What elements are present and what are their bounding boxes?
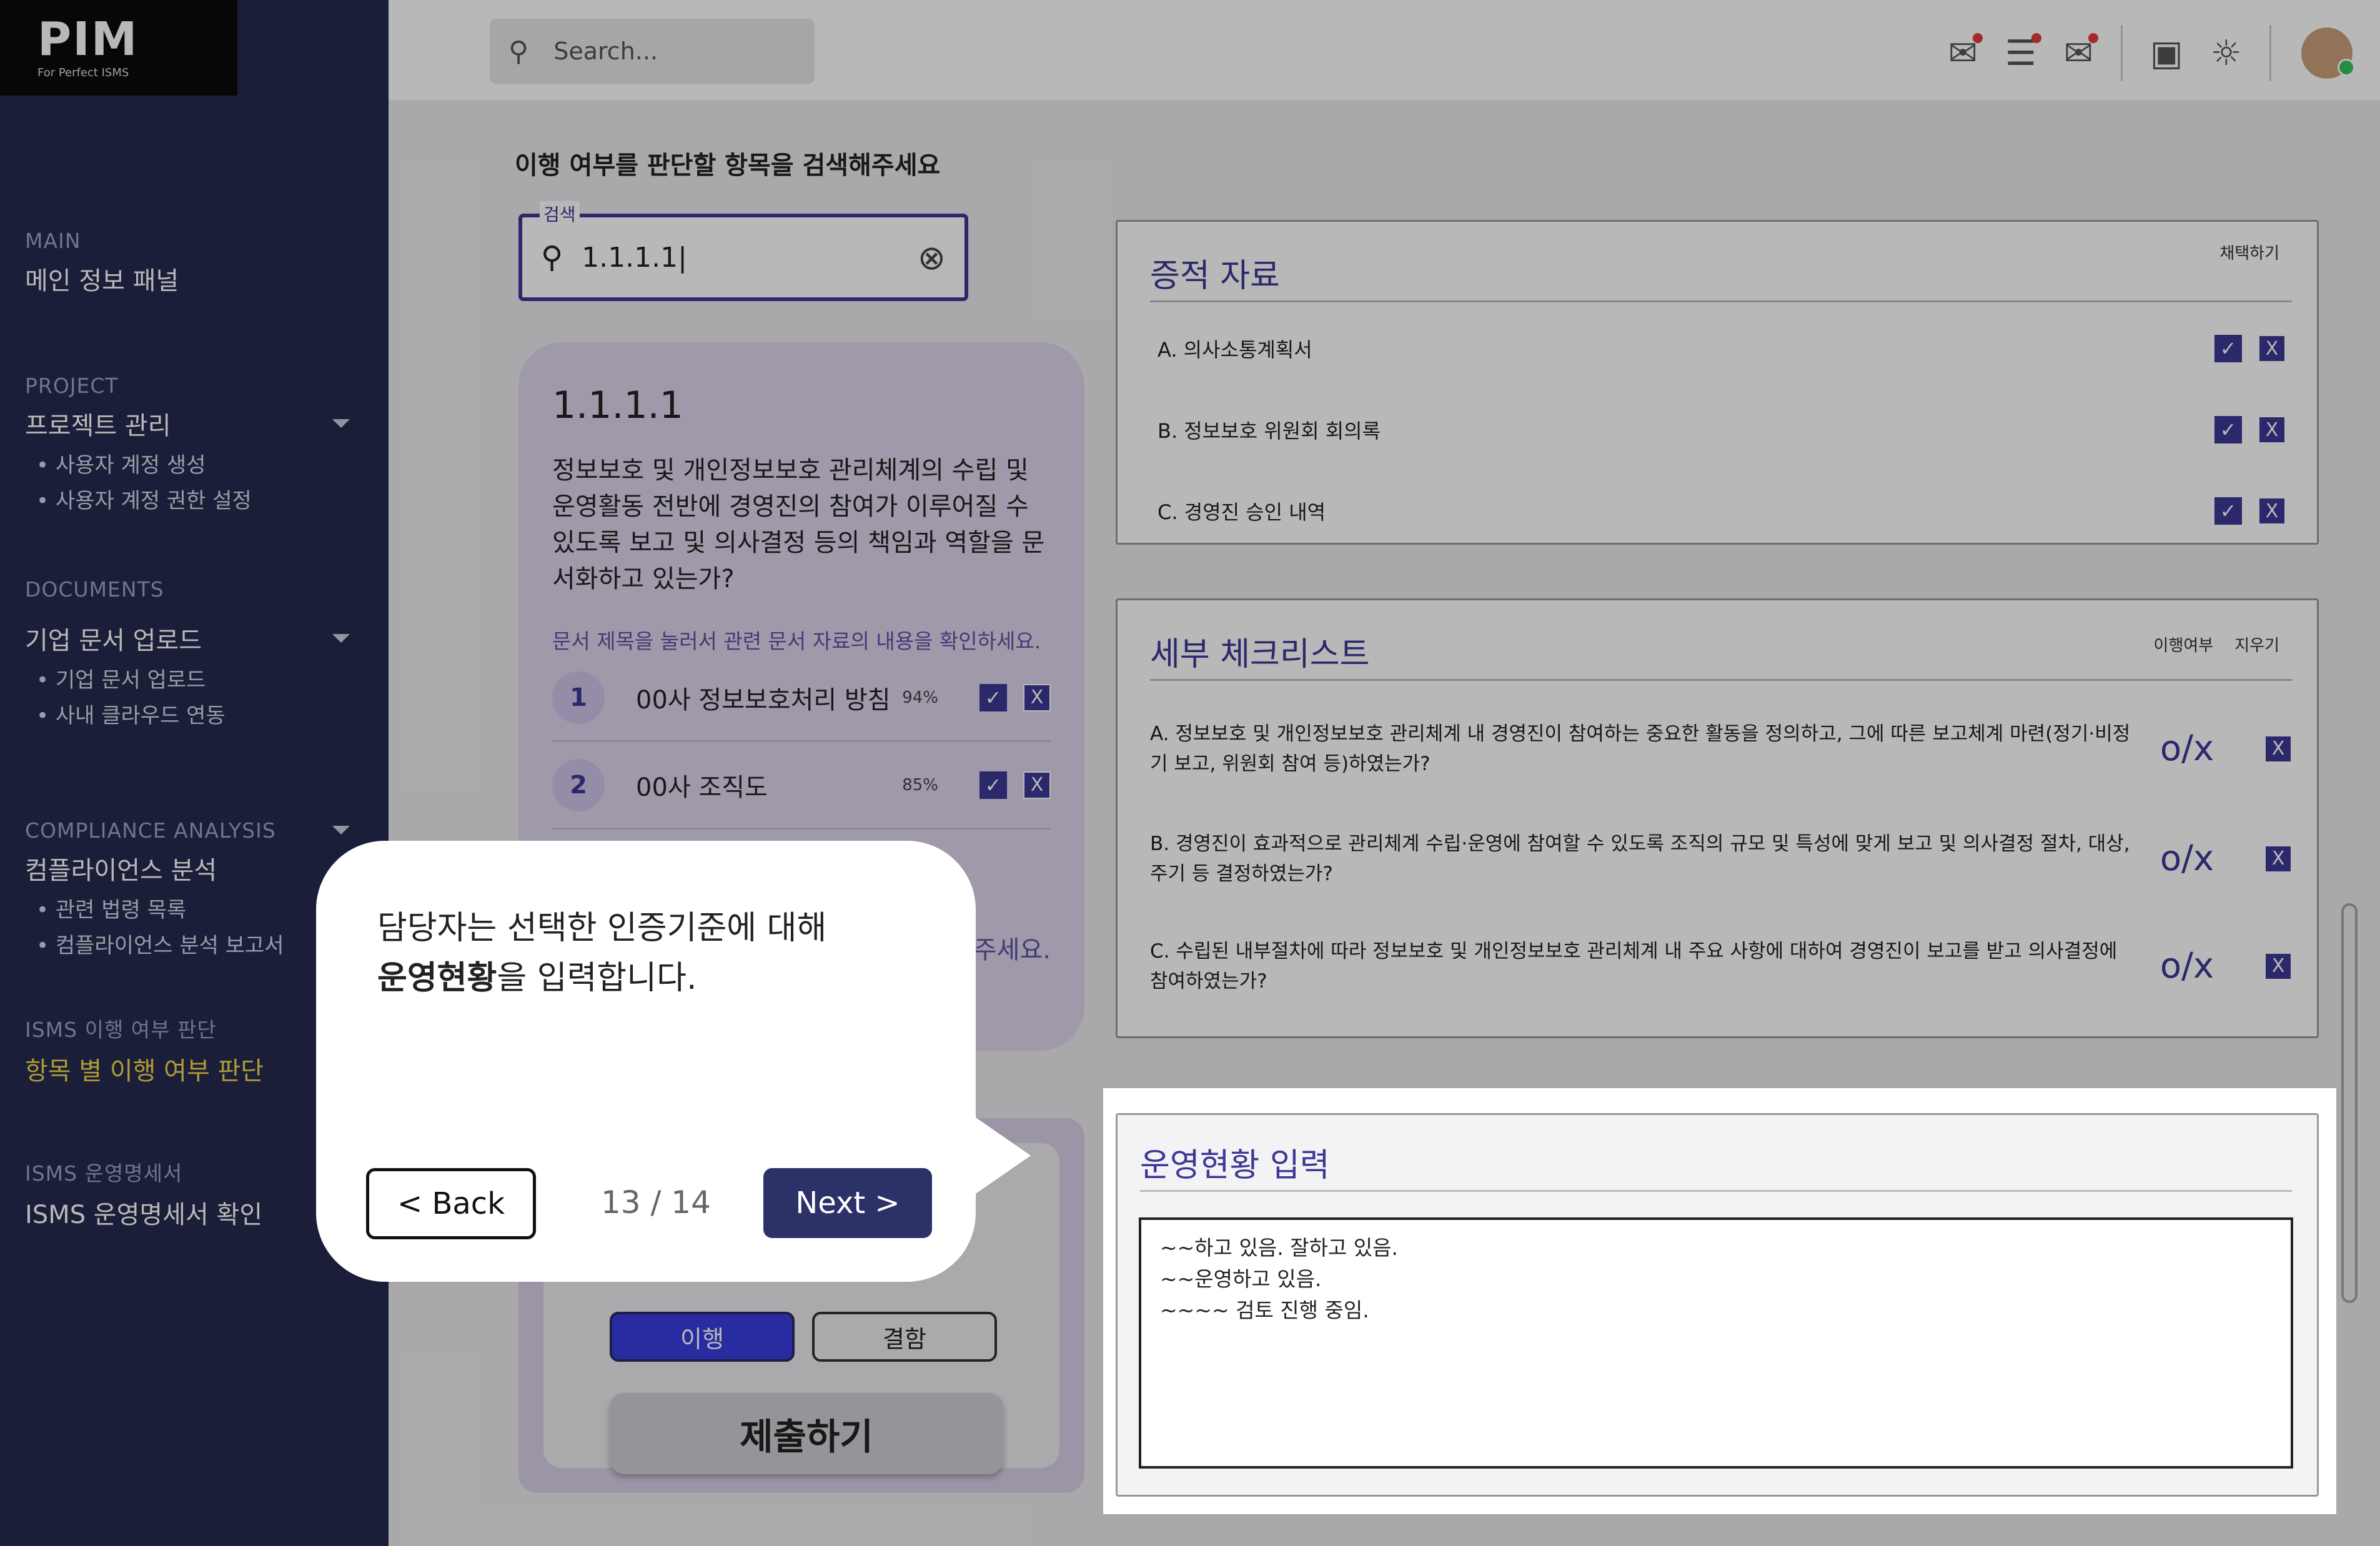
tour-text: 담당자는 선택한 인증기준에 대해 운영현황을 입력합니다. — [377, 909, 827, 997]
divider — [1140, 1190, 2292, 1192]
back-button[interactable]: < Back — [366, 1168, 536, 1239]
operation-title: 운영현황 입력 — [1140, 1147, 1330, 1184]
operation-textarea[interactable]: ~~하고 있음. 잘하고 있음. ~~운영하고 있음. ~~~~ 검토 진행 중… — [1139, 1217, 2293, 1469]
tour-bubble: 담당자는 선택한 인증기준에 대해 운영현황을 입력합니다. < Back 13… — [316, 841, 976, 1282]
operation-panel: 운영현황 입력 ~~하고 있음. 잘하고 있음. ~~운영하고 있음. ~~~~… — [1116, 1113, 2319, 1497]
next-button[interactable]: Next > — [763, 1168, 932, 1238]
tour-page-indicator: 13 / 14 — [601, 1184, 711, 1221]
scrollbar[interactable] — [2341, 903, 2358, 1303]
